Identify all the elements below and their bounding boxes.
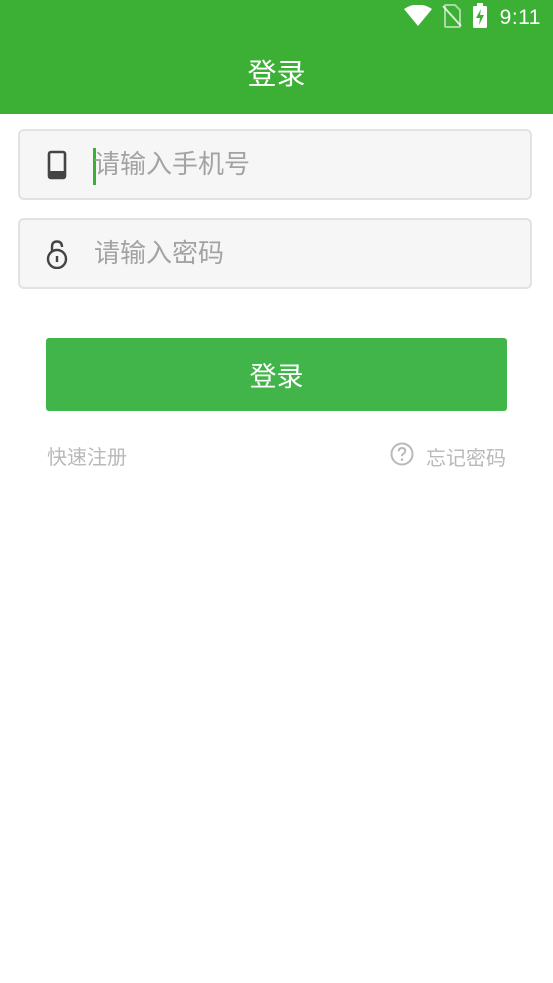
status-icons: 9:11 [403,3,541,33]
phone-field[interactable] [18,129,532,200]
login-button[interactable]: 登录 [46,338,507,411]
help-circle-icon [390,442,414,474]
forgot-password-link[interactable]: 忘记密码 [390,442,506,474]
password-field[interactable] [18,218,532,289]
password-input[interactable] [94,220,514,287]
wifi-icon [403,4,432,31]
register-link[interactable]: 快速注册 [47,442,127,472]
page-title: 登录 [247,57,306,91]
lock-icon [44,238,70,270]
app-bar: 9:11 登录 [0,0,553,114]
status-time: 9:11 [499,6,541,29]
forgot-password-label: 忘记密码 [426,446,506,470]
phone-input[interactable] [94,131,514,198]
status-bar: 9:11 [0,0,553,36]
phone-icon [44,149,70,181]
no-sim-icon [441,4,462,32]
battery-charging-icon [472,3,488,33]
